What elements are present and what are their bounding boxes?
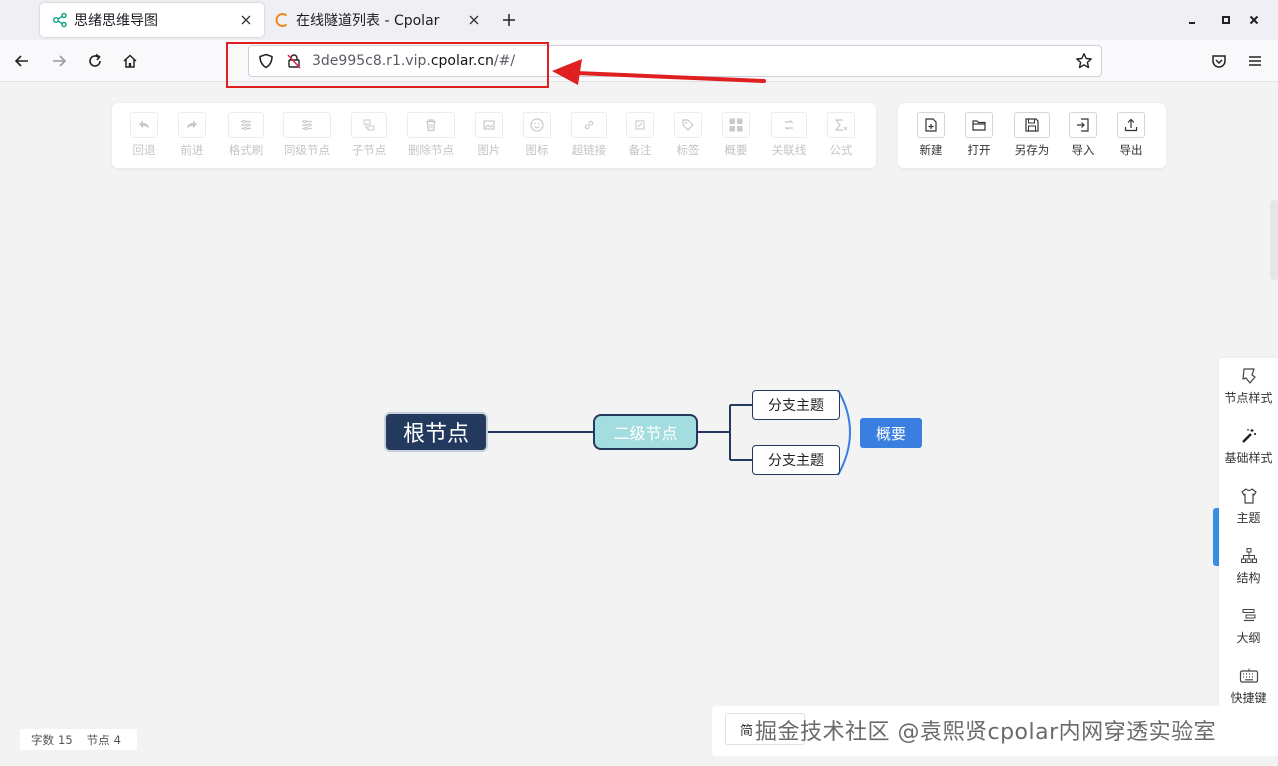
watermark-text: 掘金技术社区 @袁熙贤cpolar内网穿透实验室 (755, 720, 1217, 745)
mindmap-connectors (488, 389, 851, 476)
keyboard-icon (1239, 666, 1259, 686)
outline-icon (1239, 606, 1259, 626)
branch-node[interactable]: 分支主题 (752, 390, 840, 420)
sidebar-item-shortcuts[interactable]: 快捷键 (1219, 658, 1278, 708)
second-level-node[interactable]: 二级节点 (593, 414, 698, 450)
summary-node[interactable]: 概要 (860, 418, 922, 448)
sidebar-label: 快捷键 (1230, 691, 1267, 705)
sidebar-label: 结构 (1236, 571, 1261, 585)
sidebar-label: 大纲 (1236, 631, 1261, 645)
sidebar-item-structure[interactable]: 结构 (1219, 538, 1278, 588)
word-count-value: 15 (58, 732, 73, 747)
node-style-icon (1239, 366, 1259, 386)
root-node[interactable]: 根节点 (384, 412, 488, 452)
sidebar-label: 节点样式 (1224, 391, 1273, 405)
sidebar-item-theme[interactable]: 主题 (1219, 478, 1278, 528)
structure-tree-icon (1239, 546, 1259, 566)
magic-wand-icon (1239, 426, 1259, 446)
sidebar-item-base-style[interactable]: 基础样式 (1219, 418, 1278, 468)
branch-node[interactable]: 分支主题 (752, 445, 840, 475)
right-sidebar: 节点样式 基础样式 主题 结构 大纲 快捷键 (1219, 358, 1278, 716)
word-node-counter: 字数 15 节点 4 (20, 729, 137, 750)
tshirt-icon (1239, 486, 1259, 506)
language-label: 简 (740, 723, 754, 739)
node-count-label: 节点 (86, 732, 110, 747)
word-count-label: 字数 (31, 732, 54, 747)
sidebar-label: 主题 (1236, 511, 1261, 525)
scrollbar[interactable] (1270, 200, 1278, 280)
node-count-value: 4 (113, 732, 121, 747)
sidebar-label: 基础样式 (1224, 451, 1273, 465)
sidebar-item-node-style[interactable]: 节点样式 (1219, 358, 1278, 408)
sidebar-item-outline[interactable]: 大纲 (1219, 598, 1278, 648)
